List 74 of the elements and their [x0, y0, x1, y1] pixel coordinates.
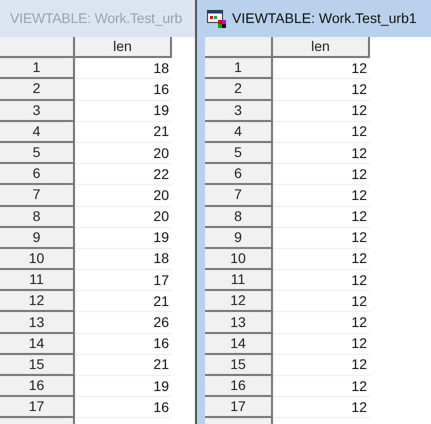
- table-cell: 21: [75, 354, 172, 376]
- row-number[interactable]: 16: [205, 376, 273, 398]
- table-cell: 12: [273, 79, 370, 101]
- table-cell: 12: [273, 270, 370, 292]
- table-window-icon[interactable]: [207, 10, 227, 28]
- table-cell: 18: [75, 248, 172, 270]
- table-cell: 12: [273, 334, 370, 355]
- table-cell: 16: [75, 334, 172, 355]
- table-cell: 26: [75, 312, 172, 334]
- row-number[interactable]: 17: [0, 397, 75, 418]
- table-cell: 12: [273, 312, 370, 334]
- row-number[interactable]: 13: [205, 312, 273, 334]
- row-number[interactable]: 7: [205, 185, 273, 206]
- row-number[interactable]: 11: [0, 270, 75, 292]
- table-cell: 12: [273, 354, 370, 376]
- row-number[interactable]: 7: [0, 185, 75, 206]
- row-number[interactable]: 12: [205, 291, 273, 312]
- table-cell: 20: [75, 206, 172, 228]
- table-cell: 12: [273, 206, 370, 228]
- row-number[interactable]: 12: [0, 291, 75, 312]
- table-cell: 17: [75, 270, 172, 292]
- row-number[interactable]: 1: [205, 58, 273, 80]
- table-cell: 21: [75, 291, 172, 312]
- row-number[interactable]: 4: [0, 122, 75, 143]
- row-number[interactable]: 3: [205, 100, 273, 122]
- table-cell: 12: [273, 228, 370, 249]
- row-number[interactable]: 16: [0, 376, 75, 398]
- table-cell: 19: [75, 100, 172, 122]
- table-cell: 12: [273, 248, 370, 270]
- row-number[interactable]: 14: [205, 334, 273, 355]
- column-header[interactable]: len: [273, 37, 370, 58]
- table-cell: 16: [75, 79, 172, 101]
- row-number[interactable]: 8: [205, 206, 273, 228]
- row-number[interactable]: 15: [0, 354, 75, 376]
- table-cell: 12: [273, 164, 370, 186]
- row-number[interactable]: 2: [205, 79, 273, 101]
- table-cell: 12: [273, 142, 370, 164]
- table-cell: 12: [273, 376, 370, 398]
- table-cell: 20: [75, 142, 172, 164]
- table-cell: 19: [75, 376, 172, 398]
- row-number[interactable]: 13: [0, 312, 75, 334]
- row-number[interactable]: 6: [205, 164, 273, 186]
- window-title: VIEWTABLE: Work.Test_urb1: [232, 9, 417, 28]
- row-number[interactable]: 3: [0, 100, 75, 122]
- window-title: VIEWTABLE: Work.Test_urb: [10, 9, 182, 28]
- row-number[interactable]: 5: [205, 142, 273, 164]
- table-cell: 20: [75, 185, 172, 206]
- corner-cell: [205, 37, 273, 58]
- table-cell: 12: [273, 122, 370, 143]
- table-cell: 21: [75, 122, 172, 143]
- column-header[interactable]: len: [75, 37, 172, 58]
- table-cell: 12: [273, 397, 370, 418]
- row-number[interactable]: 14: [0, 334, 75, 355]
- row-number[interactable]: 8: [0, 206, 75, 228]
- table-cell: 19: [75, 228, 172, 249]
- table-cell: 12: [273, 100, 370, 122]
- table-cell: 12: [273, 185, 370, 206]
- table-cell: 12: [273, 58, 370, 80]
- row-number[interactable]: 11: [205, 270, 273, 292]
- table-cell: 16: [75, 397, 172, 418]
- row-number[interactable]: 9: [205, 228, 273, 249]
- row-number[interactable]: 6: [0, 164, 75, 186]
- table-cell: 12: [273, 291, 370, 312]
- row-number[interactable]: 10: [0, 248, 75, 270]
- row-number[interactable]: 1: [0, 58, 75, 80]
- table-cell: 18: [75, 58, 172, 80]
- row-number[interactable]: 17: [205, 397, 273, 418]
- row-number[interactable]: 2: [0, 79, 75, 101]
- row-number[interactable]: 10: [205, 248, 273, 270]
- table-cell: 22: [75, 164, 172, 186]
- row-number[interactable]: 4: [205, 122, 273, 143]
- row-number[interactable]: 9: [0, 228, 75, 249]
- row-number[interactable]: 5: [0, 142, 75, 164]
- row-number[interactable]: 15: [205, 354, 273, 376]
